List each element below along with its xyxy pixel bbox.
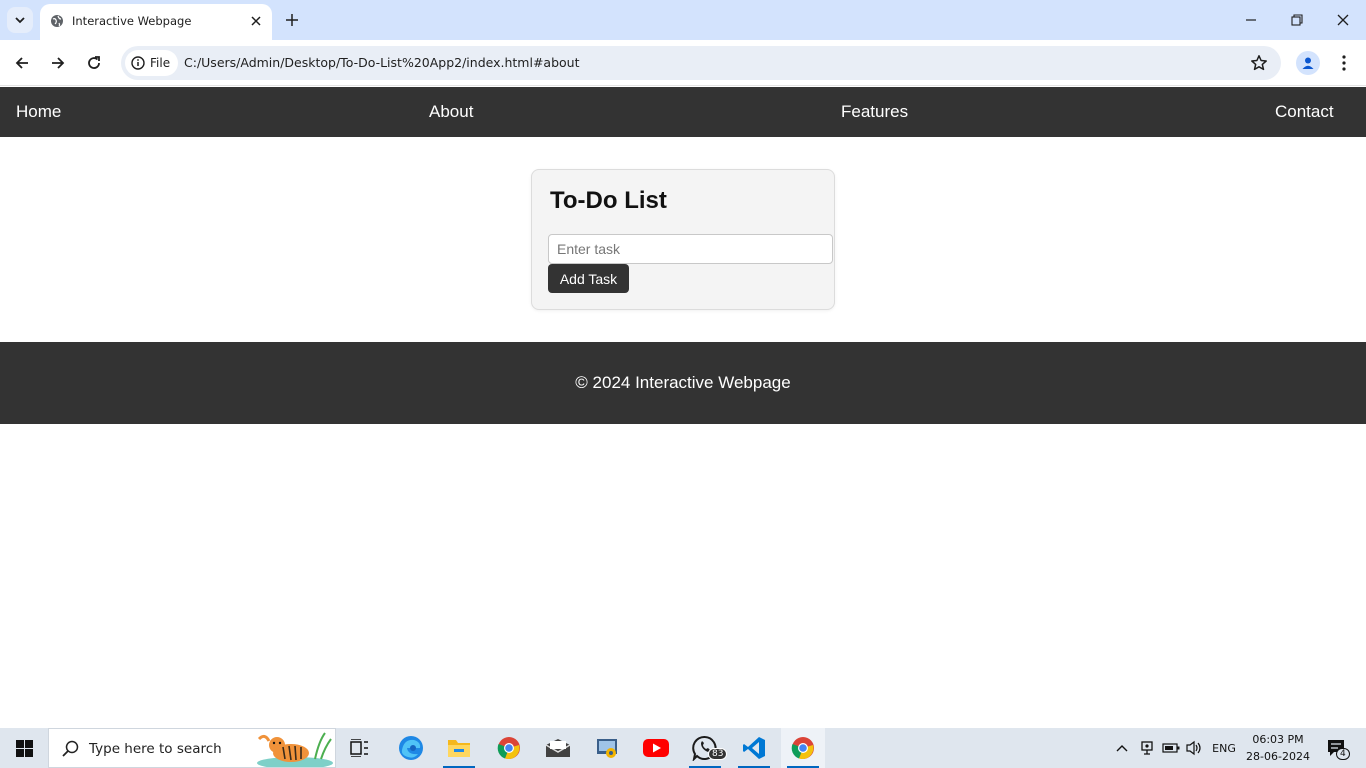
nav-link-features[interactable]: Features [841,102,908,122]
clock-time: 06:03 PM [1252,733,1304,746]
footer-copyright: © 2024 Interactive Webpage [575,373,791,392]
more-vertical-icon [1342,55,1346,71]
close-window-button[interactable] [1331,8,1355,32]
control-panel-icon [597,739,617,758]
close-tab-button[interactable] [248,13,264,29]
plus-icon [286,14,298,26]
taskbar-edge[interactable] [389,728,433,768]
show-hidden-icons-button[interactable] [1112,728,1132,768]
taskbar-file-explorer[interactable] [437,728,481,768]
close-icon [251,16,261,26]
tab-title: Interactive Webpage [72,14,192,28]
whatsapp-badge: 83 [708,748,728,760]
taskbar-chrome-2[interactable] [781,728,825,768]
restore-icon [1291,14,1303,26]
url-text[interactable]: C:/Users/Admin/Desktop/To-Do-List%20App2… [184,55,580,70]
taskbar-vscode[interactable] [732,728,776,768]
nav-link-about[interactable]: About [429,102,473,122]
tray-language[interactable]: ENG [1208,728,1240,768]
edge-icon [399,736,423,760]
restore-button[interactable] [1285,8,1309,32]
taskbar-search-box[interactable]: Type here to search [48,728,336,768]
search-icon [62,740,79,757]
task-view-icon [350,739,368,757]
taskbar-chrome-1[interactable] [487,728,531,768]
meet-icon [1141,741,1153,755]
site-navigation: Home About Features Contact [0,87,1366,137]
person-icon [1302,57,1314,69]
tray-battery[interactable] [1160,728,1182,768]
site-footer: © 2024 Interactive Webpage [0,342,1366,424]
browser-toolbar: File C:/Users/Admin/Desktop/To-Do-List%2… [0,40,1366,86]
info-icon [131,56,145,70]
forward-button[interactable] [46,51,70,75]
start-button[interactable] [0,728,48,768]
arrow-right-icon [52,57,65,69]
new-tab-button[interactable] [282,10,302,30]
taskbar-whatsapp[interactable]: 83 [683,728,728,768]
reload-icon [88,56,100,69]
tab-search-button[interactable] [7,7,33,33]
taskbar-search-placeholder: Type here to search [89,741,222,757]
add-task-button[interactable]: Add Task [548,264,629,293]
task-input[interactable] [548,234,833,264]
language-indicator: ENG [1212,741,1236,755]
minimize-icon [1246,19,1256,21]
tiger-illustration-icon [257,732,333,767]
taskbar-youtube[interactable] [634,728,678,768]
browser-tabstrip: Interactive Webpage [0,0,1366,40]
chevron-down-icon [15,17,25,24]
notification-center-button[interactable]: 4 [1320,728,1352,768]
site-chip-label: File [150,56,171,70]
taskbar-control-panel[interactable] [585,728,629,768]
windows-logo-icon [15,739,33,757]
windows-taskbar: Type here to search 83 ENG 06:03 PM 28-0… [0,728,1366,768]
address-bar[interactable]: File C:/Users/Admin/Desktop/To-Do-List%2… [121,46,1281,80]
site-info-chip[interactable]: File [125,50,179,76]
profile-button[interactable] [1296,51,1320,75]
nav-link-home[interactable]: Home [16,102,61,122]
back-button[interactable] [10,51,34,75]
chrome-icon [791,737,814,760]
vscode-icon [743,737,765,759]
taskbar-clock[interactable]: 06:03 PM 28-06-2024 [1244,731,1312,765]
tray-volume[interactable] [1183,728,1205,768]
folder-icon [448,740,470,757]
mail-icon [545,739,571,757]
browser-tab-active[interactable]: Interactive Webpage [40,4,272,40]
close-icon [1337,14,1349,26]
notification-badge: 4 [1336,748,1350,760]
todo-title: To-Do List [550,187,667,214]
volume-icon [1186,740,1201,756]
minimize-button[interactable] [1239,8,1263,32]
battery-icon [1162,743,1180,753]
taskbar-mail[interactable] [536,728,580,768]
nav-link-contact[interactable]: Contact [1275,102,1334,122]
tray-meet-now[interactable] [1136,728,1158,768]
task-view-button[interactable] [338,728,382,768]
chevron-up-icon [1116,745,1128,752]
bookmark-button[interactable] [1249,53,1269,73]
todo-card: To-Do List Add Task [531,169,835,310]
arrow-left-icon [15,57,28,69]
star-icon [1251,55,1267,71]
chrome-icon [497,737,520,760]
globe-icon [51,15,63,27]
reload-button[interactable] [82,51,106,75]
clock-date: 28-06-2024 [1246,750,1310,763]
browser-menu-button[interactable] [1334,51,1354,75]
youtube-icon [643,739,669,757]
